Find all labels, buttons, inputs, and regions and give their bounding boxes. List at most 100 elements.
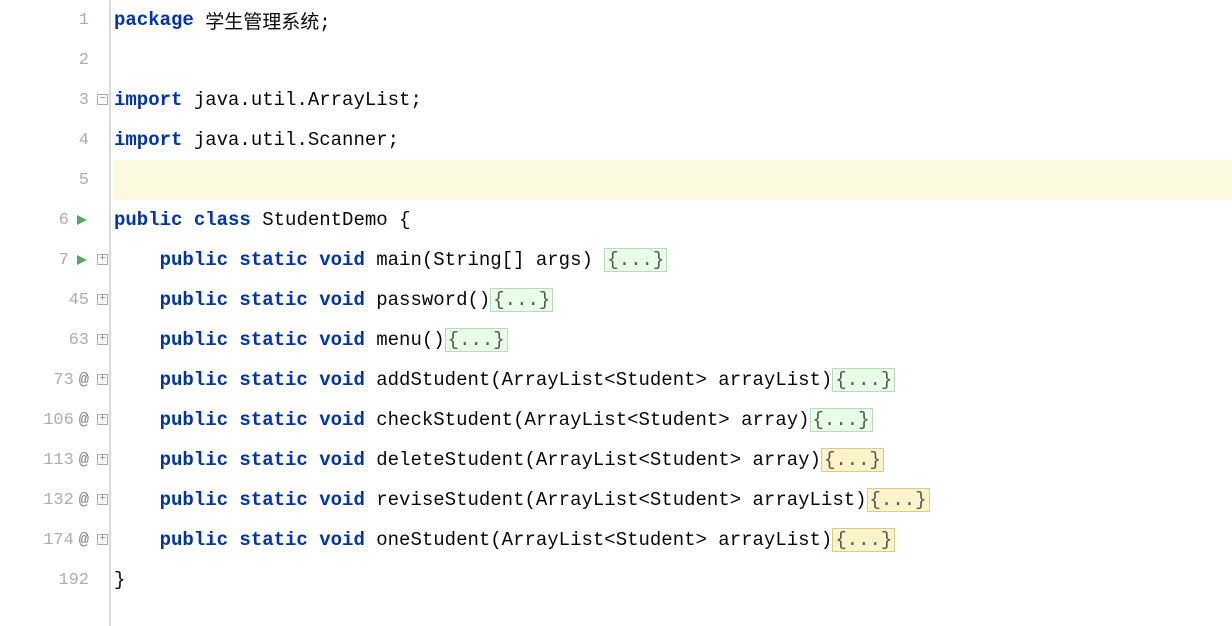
code-token: reviseStudent(ArrayList<Student> arrayLi… — [376, 489, 866, 511]
gutter-row[interactable]: 63 — [0, 320, 95, 360]
gutter-row[interactable]: 73 @ — [0, 360, 95, 400]
code-line[interactable]: import java.util.ArrayList; — [114, 80, 1232, 120]
fold-expand-icon[interactable]: + — [97, 334, 108, 345]
fold-expand-icon[interactable]: + — [97, 494, 108, 505]
code-line[interactable]: public static void main(String[] args) {… — [114, 240, 1232, 280]
code-line[interactable] — [114, 40, 1232, 80]
code-line[interactable]: public static void password(){...} — [114, 280, 1232, 320]
override-icon[interactable]: @ — [79, 411, 89, 430]
line-number: 45 — [59, 291, 89, 310]
code-line[interactable]: public static void reviseStudent(ArrayLi… — [114, 480, 1232, 520]
code-token: import — [114, 89, 194, 111]
code-line[interactable]: public class StudentDemo { — [114, 200, 1232, 240]
gutter-row[interactable]: 106 @ — [0, 400, 95, 440]
gutter-row[interactable]: 132 @ — [0, 480, 95, 520]
code-token: deleteStudent(ArrayList<Student> array) — [376, 449, 821, 471]
gutter-row[interactable]: 192 — [0, 560, 95, 600]
folded-block[interactable]: {...} — [832, 528, 895, 552]
code-token: import — [114, 129, 194, 151]
code-token: } — [114, 569, 125, 591]
override-icon[interactable]: @ — [79, 451, 89, 470]
line-number: 6 — [39, 211, 69, 230]
line-number: 2 — [59, 51, 89, 70]
code-token — [114, 329, 160, 351]
code-token — [114, 449, 160, 471]
line-number: 5 — [59, 171, 89, 190]
folded-block[interactable]: {...} — [832, 368, 895, 392]
gutter-row[interactable]: 7 — [0, 240, 95, 280]
code-token: addStudent(ArrayList<Student> arrayList) — [376, 369, 832, 391]
line-number: 63 — [59, 331, 89, 350]
code-token — [114, 249, 160, 271]
code-line[interactable]: } — [114, 560, 1232, 600]
folded-block[interactable]: {...} — [867, 488, 930, 512]
code-token: main(String[] args) — [376, 249, 604, 271]
fold-collapse-icon[interactable]: − — [97, 94, 108, 105]
code-token: checkStudent(ArrayList<Student> array) — [376, 409, 809, 431]
code-token: StudentDemo { — [262, 209, 410, 231]
override-icon[interactable]: @ — [79, 531, 89, 550]
code-token: oneStudent(ArrayList<Student> arrayList) — [376, 529, 832, 551]
code-line[interactable]: public static void addStudent(ArrayList<… — [114, 360, 1232, 400]
fold-expand-icon[interactable]: + — [97, 374, 108, 385]
code-token: public static void — [160, 529, 377, 551]
gutter-row[interactable]: 174 @ — [0, 520, 95, 560]
line-number: 7 — [39, 251, 69, 270]
code-token: package — [114, 9, 205, 31]
run-icon[interactable] — [75, 255, 89, 265]
line-number: 4 — [59, 131, 89, 150]
gutter-row[interactable]: 4 — [0, 120, 95, 160]
code-line[interactable]: public static void menu(){...} — [114, 320, 1232, 360]
code-line[interactable]: public static void checkStudent(ArrayLis… — [114, 400, 1232, 440]
line-number: 132 — [43, 491, 74, 510]
line-number: 113 — [43, 451, 74, 470]
code-token — [114, 409, 160, 431]
gutter-row[interactable]: 3 — [0, 80, 95, 120]
code-token: java.util.ArrayList; — [194, 89, 422, 111]
code-token: public static void — [160, 489, 377, 511]
override-icon[interactable]: @ — [79, 491, 89, 510]
code-token: public static void — [160, 369, 377, 391]
code-line[interactable]: package 学生管理系统; — [114, 0, 1232, 40]
folded-block[interactable]: {...} — [810, 408, 873, 432]
fold-expand-icon[interactable]: + — [97, 254, 108, 265]
code-token — [114, 289, 160, 311]
fold-expand-icon[interactable]: + — [97, 414, 108, 425]
gutter-row[interactable]: 6 — [0, 200, 95, 240]
code-token: 学生管理系统; — [205, 7, 330, 34]
line-number: 174 — [43, 531, 74, 550]
run-icon[interactable] — [75, 215, 89, 225]
folded-block[interactable]: {...} — [821, 448, 884, 472]
code-editor[interactable]: package 学生管理系统; import java.util.ArrayLis… — [111, 0, 1232, 626]
fold-expand-icon[interactable]: + — [97, 294, 108, 305]
fold-expand-icon[interactable]: + — [97, 534, 108, 545]
gutter-row[interactable]: 113 @ — [0, 440, 95, 480]
code-token — [114, 369, 160, 391]
code-line[interactable]: import java.util.Scanner; — [114, 120, 1232, 160]
line-number: 73 — [44, 371, 74, 390]
code-token: public static void — [160, 449, 377, 471]
folded-block[interactable]: {...} — [490, 288, 553, 312]
code-token: java.util.Scanner; — [194, 129, 399, 151]
code-line[interactable]: public static void oneStudent(ArrayList<… — [114, 520, 1232, 560]
code-line[interactable]: public static void deleteStudent(ArrayLi… — [114, 440, 1232, 480]
code-token: menu() — [376, 329, 444, 351]
code-line[interactable] — [114, 160, 1232, 200]
code-token: public static void — [160, 329, 377, 351]
gutter-row[interactable]: 2 — [0, 40, 95, 80]
gutter-row[interactable]: 5 — [0, 160, 95, 200]
code-token — [114, 489, 160, 511]
fold-column: − + + + + + + + + — [95, 0, 111, 626]
line-number: 106 — [43, 411, 74, 430]
line-number: 192 — [58, 571, 89, 590]
folded-block[interactable]: {...} — [604, 248, 667, 272]
code-token: password() — [376, 289, 490, 311]
gutter-row[interactable]: 45 — [0, 280, 95, 320]
line-number: 1 — [59, 11, 89, 30]
fold-expand-icon[interactable]: + — [97, 454, 108, 465]
code-token — [114, 529, 160, 551]
code-token: public static void — [160, 289, 377, 311]
override-icon[interactable]: @ — [79, 371, 89, 390]
folded-block[interactable]: {...} — [445, 328, 508, 352]
gutter-row[interactable]: 1 — [0, 0, 95, 40]
